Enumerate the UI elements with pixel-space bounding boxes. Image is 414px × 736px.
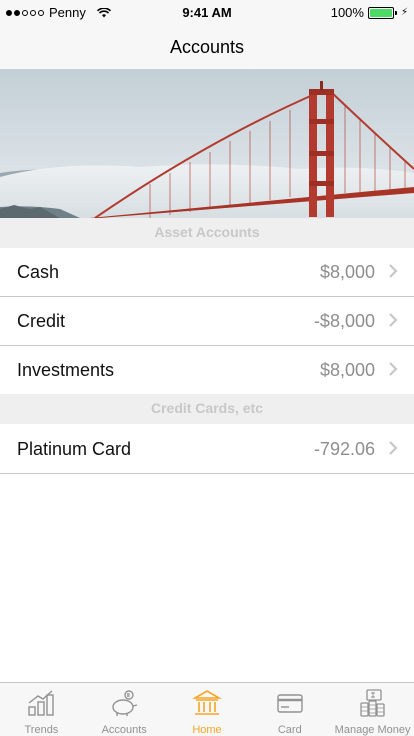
tab-trends[interactable]: Trends: [0, 683, 83, 736]
money-stack-icon: [359, 689, 385, 717]
account-name: Credit: [17, 311, 66, 331]
chart-icon: [28, 690, 55, 716]
account-row-credit[interactable]: Credit -$8,000: [0, 297, 414, 346]
account-balance: $8,000: [319, 262, 375, 282]
tab-home[interactable]: Home: [166, 683, 249, 736]
page-title: Accounts: [169, 37, 245, 57]
credit-card-icon: [277, 694, 303, 713]
chevron-right-icon: [389, 362, 398, 376]
chevron-right-icon: [389, 441, 398, 455]
tab-label: Trends: [24, 724, 59, 736]
account-row-platinum-card[interactable]: Platinum Card -792.06: [0, 425, 414, 474]
hero-image-golden-gate-bridge: [0, 69, 414, 218]
tab-label: Manage Money: [334, 724, 411, 736]
piggy-bank-icon: [112, 690, 138, 716]
account-balance: -$8,000: [313, 311, 375, 331]
tab-label: Accounts: [101, 724, 147, 736]
battery-icon: [367, 6, 397, 19]
tab-accounts[interactable]: Accounts: [83, 683, 166, 736]
account-row-investments[interactable]: Investments $8,000: [0, 346, 414, 395]
status-bar: Penny 9:41 AM 100% ⚡: [0, 0, 414, 24]
bank-icon: [192, 690, 222, 715]
section-header-credit-cards: Credit Cards, etc: [0, 394, 414, 424]
charging-icon: ⚡: [400, 7, 408, 18]
status-right: 100% ⚡: [331, 5, 408, 20]
section-header-asset-accounts: Asset Accounts: [0, 218, 414, 248]
tab-label: Home: [192, 724, 222, 736]
tab-manage-money[interactable]: Manage Money: [331, 683, 414, 736]
account-name: Investments: [17, 360, 115, 380]
tab-bar: Trends Accounts Home Card Manage Money: [0, 682, 414, 736]
account-balance: $8,000: [319, 360, 375, 380]
chevron-right-icon: [389, 264, 398, 278]
account-name: Cash: [17, 262, 60, 282]
tab-card[interactable]: Card: [248, 683, 331, 736]
account-name: Platinum Card: [17, 439, 132, 459]
chevron-right-icon: [389, 313, 398, 327]
navigation-bar: Accounts: [0, 24, 414, 69]
account-row-cash[interactable]: Cash $8,000: [0, 248, 414, 297]
battery-percent: 100%: [330, 5, 364, 20]
account-balance: -792.06: [313, 439, 375, 459]
tab-label: Card: [277, 724, 302, 736]
